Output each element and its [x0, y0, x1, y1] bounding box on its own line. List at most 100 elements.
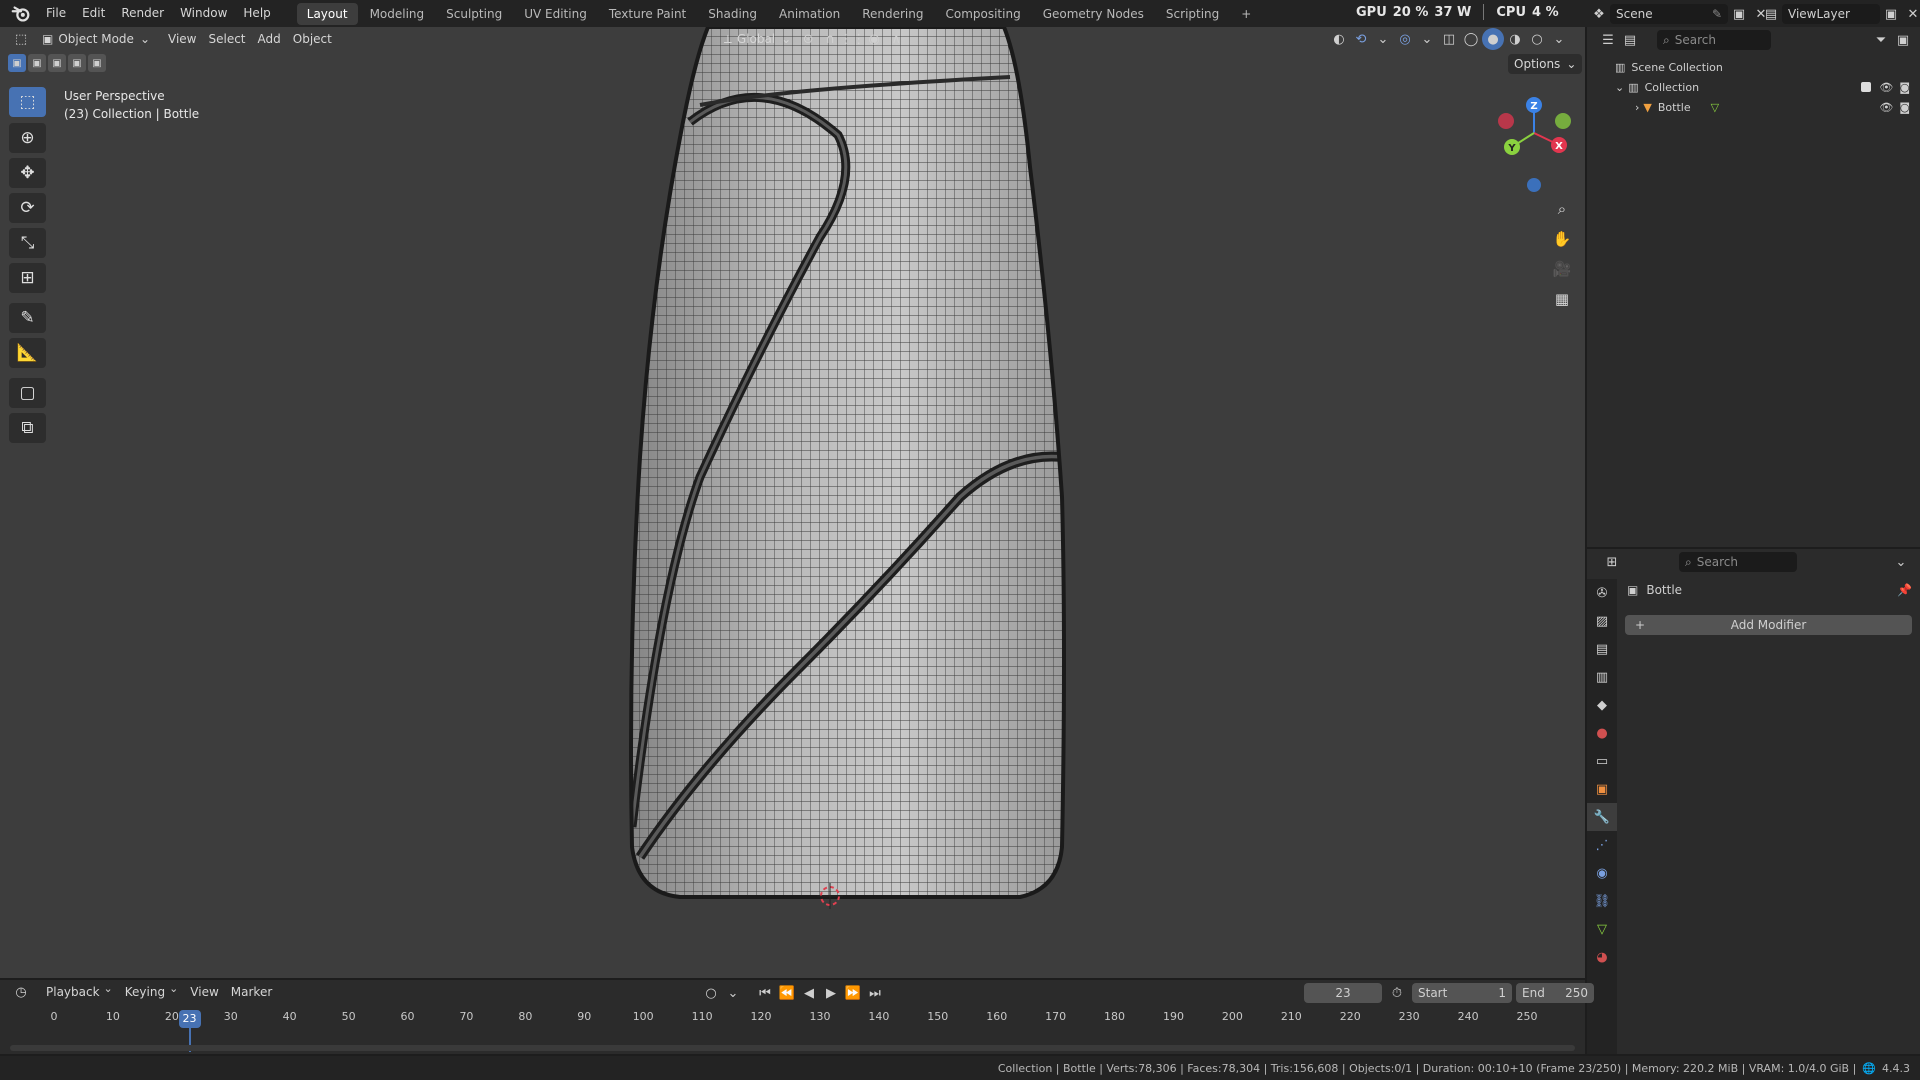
scene-field[interactable]: Scene ✎	[1610, 4, 1728, 24]
tab-animation[interactable]: Animation	[769, 3, 850, 25]
viewport-menu-view[interactable]: View	[162, 29, 202, 49]
new-collection-icon[interactable]: ▣	[1892, 29, 1914, 51]
view-layer-field[interactable]: ViewLayer	[1782, 4, 1880, 24]
physics-tab-icon[interactable]: ◉	[1587, 859, 1617, 887]
chevron-down-icon[interactable]: ⌄	[1615, 81, 1624, 94]
material-tab-icon[interactable]: ◕	[1587, 943, 1617, 971]
measure-icon[interactable]: 📐	[9, 338, 46, 368]
modifier-tab-icon[interactable]: 🔧	[1587, 803, 1617, 831]
playhead-frame-badge[interactable]: 23	[178, 1010, 201, 1028]
3d-viewport[interactable]: ⬚ ▣ Object Mode ⌄ View Select Add Object ⟂ …	[0, 27, 1585, 978]
view-layer-tab-icon[interactable]: ▥	[1587, 663, 1617, 691]
new-scene-icon[interactable]: ▣	[1728, 3, 1750, 25]
ortho-grid-icon[interactable]: ▦	[1548, 285, 1576, 313]
collection-row[interactable]: ⌄ ▥ Collection 👁 ◙	[1587, 77, 1920, 97]
delete-view-layer-icon[interactable]: ✕	[1902, 3, 1920, 25]
viewport-menu-select[interactable]: Select	[202, 29, 251, 49]
add-workspace-button[interactable]: +	[1231, 3, 1261, 25]
render-tab-icon[interactable]: ▨	[1587, 607, 1617, 635]
world-tab-icon[interactable]: ●	[1587, 719, 1617, 747]
material-shading-icon[interactable]: ◑	[1504, 28, 1526, 50]
proportional-edit-icon[interactable]: ◉	[863, 28, 885, 50]
tab-modeling[interactable]: Modeling	[360, 3, 435, 25]
camera-view-icon[interactable]: 🎥	[1548, 255, 1576, 283]
visibility-icon[interactable]: ◐	[1328, 28, 1350, 50]
frame-ruler[interactable]: 0 10 20 30 40 50 60 70 80 90 100 110 120 130 140 150 160…	[0, 980, 1585, 1054]
viewport-menu-object[interactable]: Object	[287, 29, 338, 49]
select-extend-icon[interactable]: ▣	[28, 54, 46, 72]
view-layer-selector[interactable]: ▤ ViewLayer ▣ ✕	[1760, 3, 1920, 25]
zoom-icon[interactable]: ⌕	[1548, 195, 1576, 223]
gizmo-icon[interactable]: ⟲	[1350, 28, 1372, 50]
exclude-checkbox[interactable]	[1861, 82, 1872, 92]
menu-window[interactable]: Window	[172, 0, 235, 27]
timeline-scrollbar[interactable]	[10, 1045, 1575, 1051]
tab-layout[interactable]: Layout	[296, 2, 358, 25]
select-box-icon[interactable]: ⬚	[9, 87, 46, 117]
overlay-dropdown-icon[interactable]: ⌄	[1416, 28, 1438, 50]
constraints-tab-icon[interactable]: ⛓	[1587, 887, 1617, 915]
options-button[interactable]: Options ⌄	[1508, 54, 1583, 74]
gizmo-dropdown-icon[interactable]: ⌄	[1372, 28, 1394, 50]
tab-uv-editing[interactable]: UV Editing	[514, 3, 597, 25]
menu-file[interactable]: File	[38, 0, 74, 27]
xray-icon[interactable]: ◫	[1438, 28, 1460, 50]
chevron-right-icon[interactable]: ›	[1635, 101, 1639, 114]
tab-shading[interactable]: Shading	[698, 3, 767, 25]
overlay-icon[interactable]: ◎	[1394, 28, 1416, 50]
collection-tab-icon[interactable]: ▭	[1587, 747, 1617, 775]
add-cube-icon[interactable]: ▢	[9, 378, 46, 408]
editor-type-icon[interactable]: ⬚	[10, 28, 32, 50]
bottle-row[interactable]: › ▼ Bottle ▽ 👁 ◙	[1587, 97, 1920, 117]
move-icon[interactable]: ✥	[9, 158, 46, 188]
outliner-search-field[interactable]: ⌕ Search	[1657, 30, 1771, 50]
menu-render[interactable]: Render	[113, 0, 172, 27]
shading-dropdown-icon[interactable]: ⌄	[1548, 28, 1570, 50]
solid-shading-icon[interactable]: ●	[1482, 28, 1504, 50]
timeline-panel[interactable]: ◷ Playback ⌄ Keying ⌄ View Marker ○ ⌄ ⏮ ⏪ ◀ ▶…	[0, 980, 1594, 1054]
wireframe-shading-icon[interactable]: ◯	[1460, 28, 1482, 50]
tab-texture-paint[interactable]: Texture Paint	[599, 3, 696, 25]
transform-icon[interactable]: ⊞	[9, 263, 46, 293]
pin-icon[interactable]: 📌	[1897, 583, 1912, 597]
tab-scripting[interactable]: Scripting	[1156, 3, 1229, 25]
camera-icon[interactable]: ◙	[1899, 81, 1910, 94]
menu-help[interactable]: Help	[235, 0, 278, 27]
select-invert-icon[interactable]: ▣	[68, 54, 86, 72]
tab-compositing[interactable]: Compositing	[935, 3, 1030, 25]
filter-icon[interactable]: ⏷	[1870, 29, 1892, 51]
eye-icon[interactable]: 👁	[1879, 101, 1893, 114]
pivot-icon[interactable]: ⊛	[797, 28, 819, 50]
data-tab-icon[interactable]: ▽	[1587, 915, 1617, 943]
display-mode-icon[interactable]: ▤	[1619, 29, 1641, 51]
properties-editor-icon[interactable]: ⊞	[1601, 551, 1623, 573]
scene-selector[interactable]: ❖ Scene ✎ ▣ ✕	[1588, 3, 1772, 25]
tab-geometry-nodes[interactable]: Geometry Nodes	[1033, 3, 1154, 25]
select-new-icon[interactable]: ▣	[8, 54, 26, 72]
mesh-data-icon[interactable]: ▽	[1711, 101, 1719, 114]
outliner-editor-icon[interactable]: ☰	[1597, 29, 1619, 51]
mode-selector[interactable]: ▣ Object Mode ⌄	[36, 29, 156, 49]
chevron-down-icon[interactable]: ⌄	[1890, 551, 1912, 573]
object-tab-icon[interactable]: ▣	[1587, 775, 1617, 803]
bottle-mesh[interactable]	[0, 27, 1585, 978]
tab-sculpting[interactable]: Sculpting	[436, 3, 512, 25]
snap-icon[interactable]: ∩	[819, 28, 841, 50]
scale-icon[interactable]: ⤡	[9, 228, 46, 258]
select-intersect-icon[interactable]: ▣	[88, 54, 106, 72]
cursor-icon[interactable]: ⊕	[9, 123, 46, 153]
viewport-menu-add[interactable]: Add	[252, 29, 287, 49]
transform-orientation[interactable]: ⟂ Global ⌄	[718, 29, 797, 49]
scene-tab-icon[interactable]: ◆	[1587, 691, 1617, 719]
properties-search-field[interactable]: ⌕ Search	[1679, 552, 1797, 572]
output-tab-icon[interactable]: ▤	[1587, 635, 1617, 663]
rendered-shading-icon[interactable]: ○	[1526, 28, 1548, 50]
snap-target-icon[interactable]: ⋮⋮	[839, 28, 865, 50]
annotate-icon[interactable]: ✎	[9, 303, 46, 333]
tab-rendering[interactable]: Rendering	[852, 3, 933, 25]
camera-icon[interactable]: ◙	[1899, 101, 1910, 114]
blender-logo-icon[interactable]	[10, 3, 32, 25]
falloff-icon[interactable]: ∧	[885, 28, 907, 50]
scene-collection-row[interactable]: ▥ Scene Collection	[1587, 57, 1920, 77]
add-modifier-button[interactable]: + Add Modifier	[1625, 615, 1912, 635]
